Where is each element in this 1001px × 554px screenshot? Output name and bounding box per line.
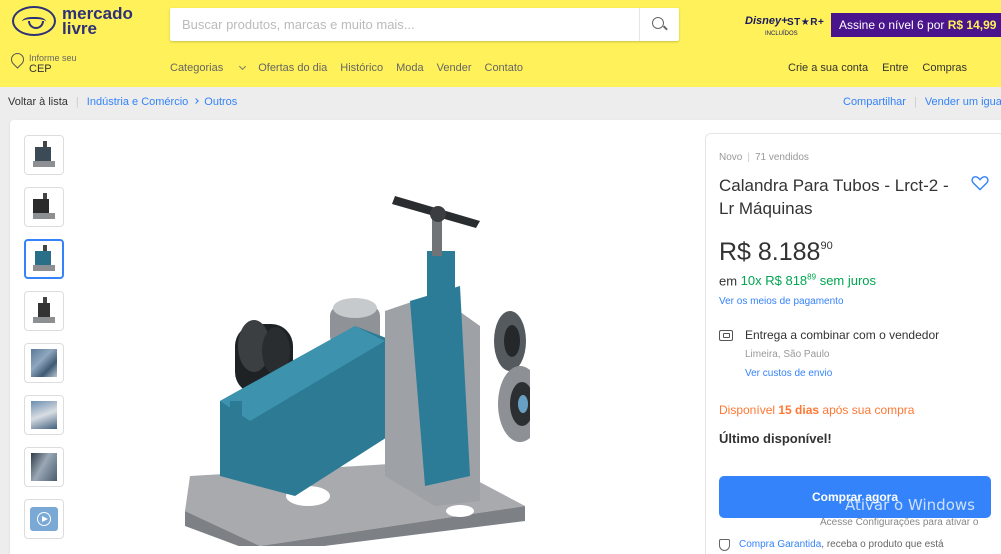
play-icon	[37, 512, 51, 526]
installments: em 10x R$ 81889 sem juros	[719, 273, 876, 288]
disney-logo: Disney+	[745, 15, 788, 27]
separator: |	[747, 152, 750, 163]
thumbnail[interactable]	[24, 343, 64, 383]
windows-watermark-title: Ativar o Windows	[845, 496, 975, 514]
login-link[interactable]: Entre	[882, 62, 908, 74]
shipping-costs-link[interactable]: Ver custos de envio	[745, 368, 832, 379]
thumbnail[interactable]	[24, 395, 64, 435]
guarantee-description: , receba o produto que está	[821, 539, 944, 550]
breadcrumb-actions: Compartilhar | Vender um igual	[843, 96, 1001, 108]
installments-amount: 10x R$ 818	[740, 273, 808, 289]
account-nav: Crie a sua conta Entre Compras	[788, 62, 981, 74]
nav-categories[interactable]: Categorias	[170, 62, 247, 74]
price-integer: R$ 8.188	[719, 238, 821, 266]
product-title: Calandra Para Tubos - Lrct-2 - Lr Máquin…	[719, 176, 949, 218]
product-image[interactable]	[180, 176, 530, 546]
nav-vender[interactable]: Vender	[437, 62, 472, 74]
product-meta: Novo | 71 vendidos	[719, 152, 809, 163]
header: mercado livre Disney+ ST★R+ INCLUÍDOS As…	[0, 0, 1001, 87]
breadcrumb-subcategory[interactable]: Outros	[204, 96, 237, 108]
payment-methods-link[interactable]: Ver os meios de pagamento	[719, 296, 844, 307]
back-to-list-link[interactable]: Voltar à lista	[8, 96, 68, 108]
nav-historico[interactable]: Histórico	[340, 62, 383, 74]
mercado-livre-logo[interactable]: mercado livre	[12, 5, 133, 38]
shield-icon	[719, 539, 730, 551]
cep-small-label: Informe seu	[29, 53, 77, 63]
thumbnail[interactable]	[24, 135, 64, 175]
seller-location: Limeira, São Paulo	[745, 349, 830, 360]
search-input[interactable]	[170, 8, 630, 41]
availability-prefix: Disponível	[719, 403, 779, 417]
price: R$ 8.18890	[719, 238, 833, 267]
sell-similar-link[interactable]: Vender um igual	[925, 96, 1001, 108]
star-logo: ST★R+	[787, 17, 825, 28]
chevron-right-icon	[193, 98, 200, 104]
windows-watermark-subtitle: Acesse Configurações para ativar o	[820, 517, 979, 528]
search-button[interactable]	[639, 8, 679, 41]
nav-moda[interactable]: Moda	[396, 62, 424, 74]
create-account-link[interactable]: Crie a sua conta	[788, 62, 868, 74]
thumbnail-active[interactable]	[24, 239, 64, 279]
availability: Disponível 15 dias após sua compra	[719, 403, 914, 417]
promo-text: Assine o nível 6 por	[839, 18, 948, 32]
promo-price: R$ 14,99	[947, 18, 997, 32]
search-bar	[170, 8, 679, 41]
handshake-icon	[12, 6, 56, 36]
nav-ofertas[interactable]: Ofertas do dia	[258, 62, 327, 74]
breadcrumb: Voltar à lista | Indústria e Comércio Ou…	[8, 96, 237, 108]
cep-label: CEP	[29, 63, 52, 75]
price-cents: 90	[820, 240, 833, 252]
cep-text: Informe seu CEP	[29, 53, 77, 75]
installments-value: 10x R$ 81889 sem juros	[741, 273, 876, 288]
guarantee-link[interactable]: Compra Garantida	[739, 539, 821, 550]
condition-label: Novo	[719, 152, 743, 163]
delivery-text: Entrega a combinar com o vendedor	[745, 328, 940, 342]
thumbnail[interactable]	[24, 291, 64, 331]
subscription-promo[interactable]: Assine o nível 6 por R$ 14,99	[831, 13, 1001, 37]
delivery-icon	[719, 330, 733, 341]
nav-contato[interactable]: Contato	[485, 62, 524, 74]
search-icon	[652, 17, 667, 32]
logo-line2: livre	[62, 19, 97, 38]
purchases-link[interactable]: Compras	[922, 62, 967, 74]
buy-box: Novo | 71 vendidos Calandra Para Tubos - L…	[705, 133, 1001, 554]
thumbnail[interactable]	[24, 187, 64, 227]
installments-prefix: em	[719, 273, 741, 289]
logo-text: mercado livre	[62, 5, 133, 38]
installments-suffix: sem juros	[816, 273, 877, 289]
thumbnail-gallery	[24, 135, 64, 551]
last-unit-label: Último disponível!	[719, 431, 832, 446]
thumbnail[interactable]	[24, 447, 64, 487]
cep-selector[interactable]: Informe seu CEP	[10, 53, 77, 75]
nav-categories-label: Categorias	[170, 62, 224, 74]
installments-cents: 89	[807, 273, 817, 282]
disney-star-banner[interactable]: Disney+ ST★R+ INCLUÍDOS	[745, 15, 827, 41]
main-nav: Categorias Ofertas do dia Histórico Moda…	[170, 62, 536, 74]
availability-suffix: após sua compra	[819, 403, 915, 417]
breadcrumb-category[interactable]: Indústria e Comércio	[87, 96, 189, 108]
separator: |	[75, 96, 79, 108]
sold-count: 71 vendidos	[754, 152, 809, 163]
chevron-down-icon	[239, 62, 247, 71]
included-label: INCLUÍDOS	[765, 31, 798, 37]
share-link[interactable]: Compartilhar	[843, 96, 906, 108]
separator: |	[913, 96, 917, 108]
video-thumbnail[interactable]	[24, 499, 64, 539]
heart-icon[interactable]	[971, 175, 989, 191]
guarantee-text: Compra Garantida, receba o produto que e…	[739, 539, 944, 550]
location-pin-icon	[10, 53, 24, 69]
availability-days: 15 dias	[778, 403, 820, 417]
